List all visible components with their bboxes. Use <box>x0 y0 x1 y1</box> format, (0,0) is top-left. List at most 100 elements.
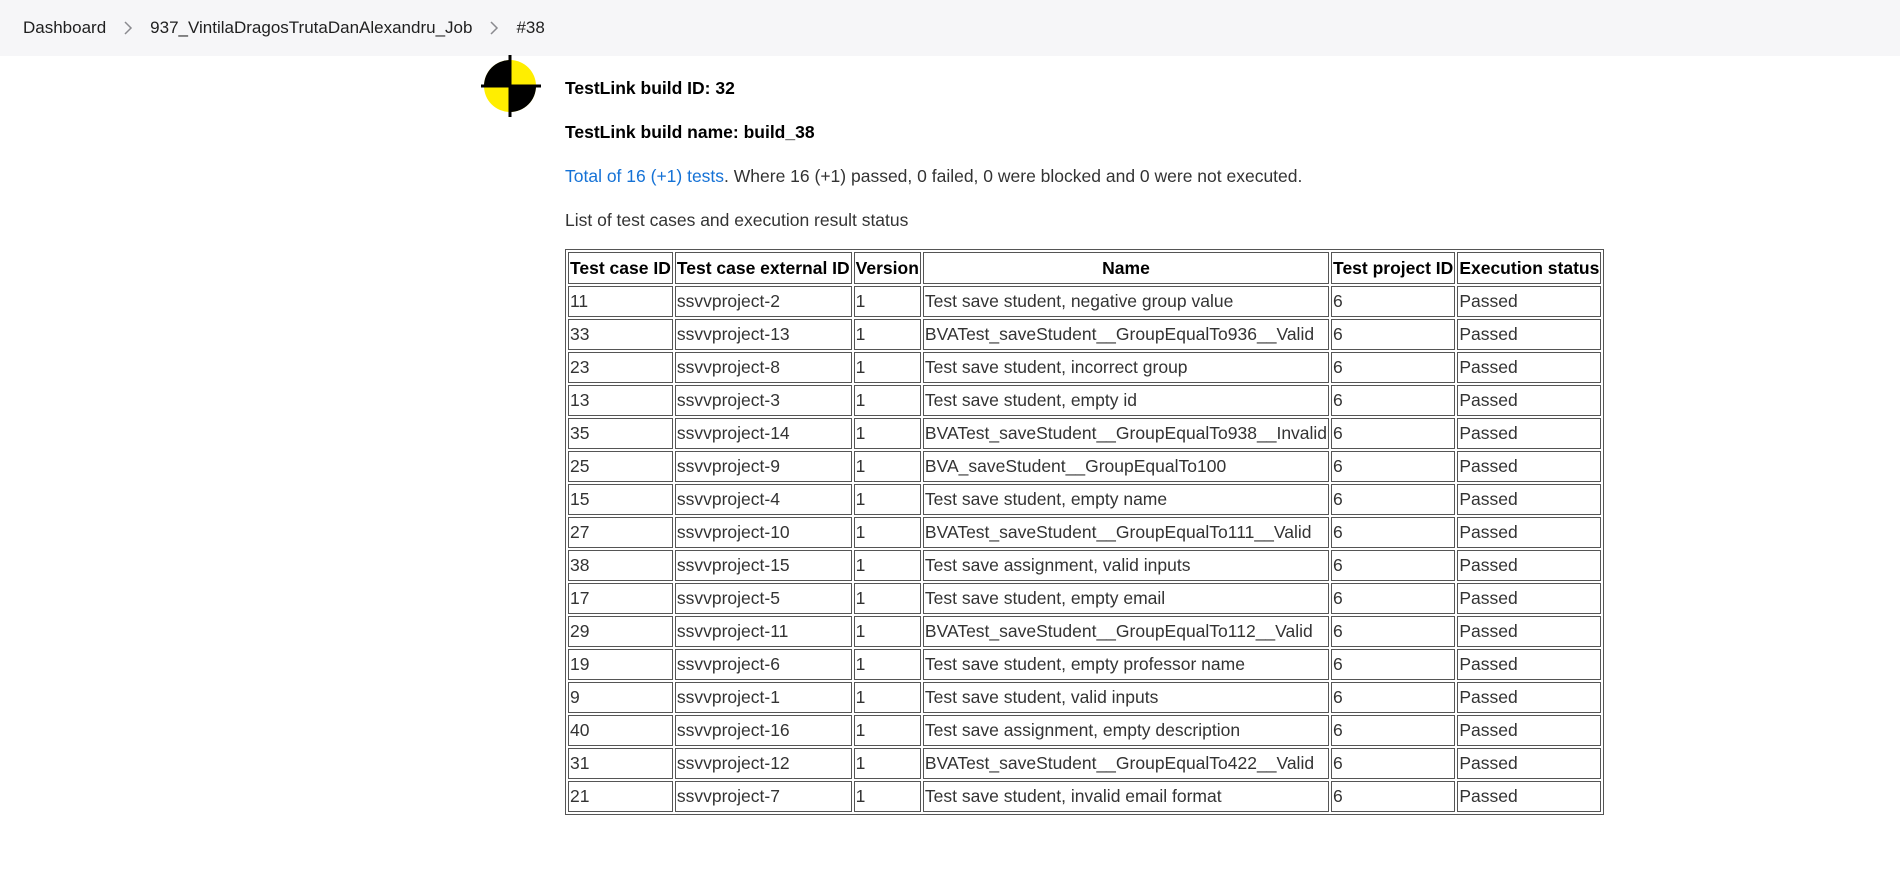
cell-project-id: 6 <box>1331 418 1456 449</box>
breadcrumb-job[interactable]: 937_VintilaDragosTrutaDanAlexandru_Job <box>150 18 472 38</box>
cell-execution-status: Passed <box>1457 319 1602 350</box>
col-header-project-id: Test project ID <box>1331 252 1456 284</box>
cell-project-id: 6 <box>1331 550 1456 581</box>
cell-name: BVATest_saveStudent__GroupEqualTo936__Va… <box>922 319 1330 350</box>
cell-external-id: ssvvproject-2 <box>674 286 852 317</box>
cell-test-case-id: 31 <box>568 748 673 779</box>
cell-external-id: ssvvproject-12 <box>674 748 852 779</box>
cell-name: Test save student, empty professor name <box>922 649 1330 680</box>
cell-external-id: ssvvproject-11 <box>674 616 852 647</box>
cell-external-id: ssvvproject-7 <box>674 781 852 812</box>
chevron-right-icon <box>472 21 516 35</box>
testlink-logo-icon <box>481 55 543 117</box>
table-row: 38 ssvvproject-15 1 Test save assignment, v… <box>568 550 1602 581</box>
cell-external-id: ssvvproject-16 <box>674 715 852 746</box>
cell-external-id: ssvvproject-10 <box>674 517 852 548</box>
table-row: 15 ssvvproject-4 1 Test save student, empty… <box>568 484 1602 515</box>
cell-external-id: ssvvproject-13 <box>674 319 852 350</box>
list-caption: List of test cases and execution result … <box>565 210 909 230</box>
breadcrumb-build[interactable]: #38 <box>516 18 544 38</box>
cell-test-case-id: 19 <box>568 649 673 680</box>
breadcrumb-dashboard[interactable]: Dashboard <box>23 18 106 38</box>
col-header-version: Version <box>853 252 921 284</box>
cell-version: 1 <box>853 748 921 779</box>
cell-version: 1 <box>853 451 921 482</box>
cell-test-case-id: 40 <box>568 715 673 746</box>
col-header-name: Name <box>922 252 1330 284</box>
cell-version: 1 <box>853 418 921 449</box>
table-header-row: Test case ID Test case external ID Versi… <box>568 252 1602 284</box>
cell-version: 1 <box>853 286 921 317</box>
cell-name: BVATest_saveStudent__GroupEqualTo422__Va… <box>922 748 1330 779</box>
cell-name: BVATest_saveStudent__GroupEqualTo112__Va… <box>922 616 1330 647</box>
cell-project-id: 6 <box>1331 484 1456 515</box>
cell-external-id: ssvvproject-15 <box>674 550 852 581</box>
cell-execution-status: Passed <box>1457 583 1602 614</box>
cell-name: Test save student, empty name <box>922 484 1330 515</box>
build-id: TestLink build ID: 32 <box>565 78 735 98</box>
cell-test-case-id: 21 <box>568 781 673 812</box>
table-row: 27 ssvvproject-10 1 BVATest_saveStudent__Gr… <box>568 517 1602 548</box>
cell-version: 1 <box>853 319 921 350</box>
cell-test-case-id: 11 <box>568 286 673 317</box>
cell-name: Test save student, empty email <box>922 583 1330 614</box>
cell-execution-status: Passed <box>1457 385 1602 416</box>
cell-name: BVATest_saveStudent__GroupEqualTo938__In… <box>922 418 1330 449</box>
cell-test-case-id: 15 <box>568 484 673 515</box>
cell-version: 1 <box>853 550 921 581</box>
cell-execution-status: Passed <box>1457 682 1602 713</box>
table-row: 19 ssvvproject-6 1 Test save student, empty… <box>568 649 1602 680</box>
cell-test-case-id: 35 <box>568 418 673 449</box>
cell-project-id: 6 <box>1331 385 1456 416</box>
build-name: TestLink build name: build_38 <box>565 122 815 142</box>
cell-version: 1 <box>853 616 921 647</box>
cell-version: 1 <box>853 385 921 416</box>
cell-project-id: 6 <box>1331 715 1456 746</box>
table-row: 23 ssvvproject-8 1 Test save student, incor… <box>568 352 1602 383</box>
cell-project-id: 6 <box>1331 352 1456 383</box>
cell-external-id: ssvvproject-14 <box>674 418 852 449</box>
cell-project-id: 6 <box>1331 649 1456 680</box>
cell-execution-status: Passed <box>1457 286 1602 317</box>
cell-name: Test save student, empty id <box>922 385 1330 416</box>
cell-execution-status: Passed <box>1457 352 1602 383</box>
cell-external-id: ssvvproject-9 <box>674 451 852 482</box>
table-row: 35 ssvvproject-14 1 BVATest_saveStudent__Gr… <box>568 418 1602 449</box>
table-row: 29 ssvvproject-11 1 BVATest_saveStudent__Gr… <box>568 616 1602 647</box>
cell-execution-status: Passed <box>1457 748 1602 779</box>
cell-test-case-id: 23 <box>568 352 673 383</box>
cell-execution-status: Passed <box>1457 649 1602 680</box>
cell-version: 1 <box>853 583 921 614</box>
cell-execution-status: Passed <box>1457 616 1602 647</box>
cell-project-id: 6 <box>1331 616 1456 647</box>
col-header-test-case-id: Test case ID <box>568 252 673 284</box>
cell-name: Test save student, incorrect group <box>922 352 1330 383</box>
summary-text: . Where 16 (+1) passed, 0 failed, 0 were… <box>724 166 1303 186</box>
cell-version: 1 <box>853 682 921 713</box>
total-tests-link[interactable]: Total of 16 (+1) tests <box>565 166 724 186</box>
cell-version: 1 <box>853 649 921 680</box>
cell-external-id: ssvvproject-6 <box>674 649 852 680</box>
cell-name: Test save assignment, valid inputs <box>922 550 1330 581</box>
table-row: 25 ssvvproject-9 1 BVA_saveStudent__GroupEq… <box>568 451 1602 482</box>
cell-project-id: 6 <box>1331 451 1456 482</box>
cell-project-id: 6 <box>1331 748 1456 779</box>
cell-project-id: 6 <box>1331 319 1456 350</box>
cell-project-id: 6 <box>1331 682 1456 713</box>
cell-project-id: 6 <box>1331 517 1456 548</box>
cell-external-id: ssvvproject-4 <box>674 484 852 515</box>
cell-project-id: 6 <box>1331 583 1456 614</box>
cell-name: Test save student, valid inputs <box>922 682 1330 713</box>
table-row: 40 ssvvproject-16 1 Test save assignment, e… <box>568 715 1602 746</box>
cell-test-case-id: 38 <box>568 550 673 581</box>
cell-test-case-id: 9 <box>568 682 673 713</box>
cell-project-id: 6 <box>1331 286 1456 317</box>
table-row: 21 ssvvproject-7 1 Test save student, inval… <box>568 781 1602 812</box>
cell-execution-status: Passed <box>1457 517 1602 548</box>
breadcrumb: Dashboard 937_VintilaDragosTrutaDanAlexa… <box>0 0 1900 56</box>
cell-external-id: ssvvproject-1 <box>674 682 852 713</box>
cell-name: Test save student, invalid email format <box>922 781 1330 812</box>
cell-name: Test save assignment, empty description <box>922 715 1330 746</box>
cell-execution-status: Passed <box>1457 451 1602 482</box>
cell-version: 1 <box>853 517 921 548</box>
